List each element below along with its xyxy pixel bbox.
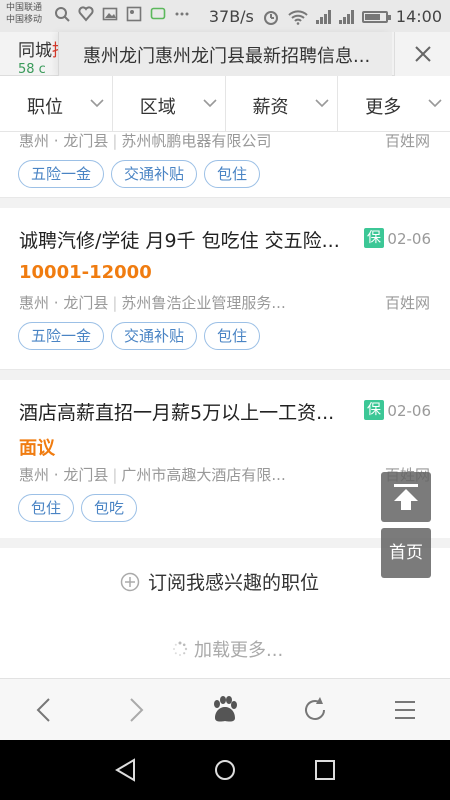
load-more-content: 加载更多... xyxy=(172,636,283,662)
job-location-company: 惠州 · 龙门县 | 苏州鲁浩企业管理服务... xyxy=(19,294,286,312)
clock: 14:00 xyxy=(395,7,442,26)
arrow-up-icon xyxy=(394,484,418,510)
chevron-down-icon xyxy=(202,99,217,108)
chevron-down-icon xyxy=(428,99,442,108)
image-icon xyxy=(102,7,118,21)
more-icon xyxy=(175,12,189,16)
job-county: 龙门县 xyxy=(63,132,109,150)
back-to-top-button[interactable] xyxy=(381,472,431,522)
chevron-down-icon xyxy=(315,99,329,108)
job-county: 龙门县 xyxy=(63,294,109,312)
job-salary: 10001-12000 xyxy=(19,262,152,283)
signal-icon-2 xyxy=(338,9,354,24)
job-tag: 交通补贴 xyxy=(111,322,198,350)
home-button[interactable]: 首页 xyxy=(381,528,431,578)
browser-title-bar: 同城招聘 58 c 惠州龙门惠州龙门县最新招聘信息... xyxy=(0,32,450,77)
chevron-down-icon xyxy=(90,99,104,108)
job-source: 百姓网 xyxy=(384,132,430,150)
job-city: 惠州 xyxy=(19,294,50,312)
back-arrow-icon[interactable] xyxy=(28,693,62,727)
job-county: 龙门县 xyxy=(63,466,109,484)
signal-icon-1 xyxy=(315,9,331,24)
close-button[interactable] xyxy=(394,32,450,76)
load-more-label: 加载更多... xyxy=(194,640,284,661)
job-tag: 包住 xyxy=(204,160,261,188)
job-date: 02-06 xyxy=(387,230,431,248)
job-item[interactable]: 惠州 · 龙门县 | 苏州帆鹏电器有限公司 百姓网 五险一金 交通补贴 包住 xyxy=(0,132,450,198)
job-source: 百姓网 xyxy=(384,294,430,312)
guarantee-badge: 保 xyxy=(364,228,384,248)
loading-spinner-icon xyxy=(173,641,188,656)
add-circle-icon xyxy=(120,572,140,591)
background-title-prefix: 同城 xyxy=(18,41,52,61)
baidu-paw-icon[interactable] xyxy=(208,693,242,727)
nav-home-icon[interactable] xyxy=(211,756,239,784)
filter-salary[interactable]: 薪资 xyxy=(226,76,339,131)
page-title: 惠州龙门惠州龙门县最新招聘信息... xyxy=(83,46,371,67)
network-speed: 37B/s xyxy=(208,7,254,26)
wifi-icon xyxy=(288,9,308,25)
job-tag: 包住 xyxy=(18,494,75,522)
job-city: 惠州 xyxy=(19,466,50,484)
job-company: 苏州帆鹏电器有限公司 xyxy=(121,132,272,150)
heart-shield-icon xyxy=(78,6,94,22)
carrier-1: 中国联通 xyxy=(6,3,43,13)
job-tag: 五险一金 xyxy=(18,322,105,350)
subscribe-content: 订阅我感兴趣的职位 xyxy=(120,568,319,595)
forward-arrow-icon[interactable] xyxy=(118,693,152,727)
job-tags: 五险一金 交通补贴 包住 xyxy=(18,322,261,350)
job-tag: 包吃 xyxy=(81,494,138,522)
job-city: 惠州 xyxy=(19,132,50,150)
close-icon xyxy=(415,46,431,62)
job-location-company: 惠州 · 龙门县 | 苏州帆鹏电器有限公司 xyxy=(19,132,272,150)
filter-label: 职位 xyxy=(27,97,63,118)
list-separator xyxy=(0,370,450,380)
refresh-icon[interactable] xyxy=(298,693,332,727)
background-page-subtitle: 58 c xyxy=(18,62,46,77)
filter-label: 薪资 xyxy=(252,97,289,118)
job-tags: 五险一金 交通补贴 包住 xyxy=(18,160,261,188)
search-icon xyxy=(55,7,70,22)
job-title: 酒店高薪直招一月薪5万以上一工资... xyxy=(19,402,335,424)
load-more-row[interactable]: 加载更多... xyxy=(0,620,450,676)
job-tag: 五险一金 xyxy=(18,160,105,188)
job-company: 广州市高趣大酒店有限... xyxy=(121,466,286,484)
alarm-icon xyxy=(263,10,278,25)
job-salary: 面议 xyxy=(19,438,55,459)
section-gap xyxy=(0,610,450,620)
browser-toolbar xyxy=(0,678,450,740)
job-date: 02-06 xyxy=(387,402,431,420)
job-company: 苏州鲁浩企业管理服务... xyxy=(121,294,286,312)
status-bar: 中国联通 中国移动 37B/s 14:00 xyxy=(0,0,450,32)
job-item[interactable]: 诚聘汽修/学徒 月9千 包吃住 交五险... 保 02-06 10001-120… xyxy=(0,208,450,370)
guarantee-badge: 保 xyxy=(364,400,384,420)
status-right: 37B/s 14:00 xyxy=(209,7,442,26)
carrier-2: 中国移动 xyxy=(6,15,43,25)
list-separator xyxy=(0,198,450,208)
subscribe-label: 订阅我感兴趣的职位 xyxy=(148,572,320,594)
job-title: 诚聘汽修/学徒 月9千 包吃住 交五险... xyxy=(19,230,340,252)
filter-bar: 职位 区域 薪资 更多 xyxy=(0,76,450,132)
filter-label: 区域 xyxy=(139,97,176,118)
filter-label: 更多 xyxy=(365,97,402,118)
system-nav-bar xyxy=(0,740,450,800)
battery-icon xyxy=(361,10,391,23)
job-tag: 交通补贴 xyxy=(111,160,198,188)
filter-area[interactable]: 区域 xyxy=(113,76,226,131)
job-tag: 包住 xyxy=(204,322,261,350)
nav-back-icon[interactable] xyxy=(112,756,140,784)
filter-more[interactable]: 更多 xyxy=(338,76,450,131)
gallery-icon xyxy=(126,6,142,22)
job-location-company: 惠州 · 龙门县 | 广州市高趣大酒店有限... xyxy=(19,466,286,484)
wechat-icon xyxy=(150,7,166,20)
nav-recents-icon[interactable] xyxy=(311,756,339,784)
filter-position[interactable]: 职位 xyxy=(0,76,113,131)
menu-icon[interactable] xyxy=(388,693,422,727)
carrier-names: 中国联通 中国移动 xyxy=(6,2,42,26)
job-tags: 包住 包吃 xyxy=(18,494,138,522)
page-title-tab[interactable]: 惠州龙门惠州龙门县最新招聘信息... xyxy=(58,32,392,76)
notification-icons xyxy=(54,6,190,22)
